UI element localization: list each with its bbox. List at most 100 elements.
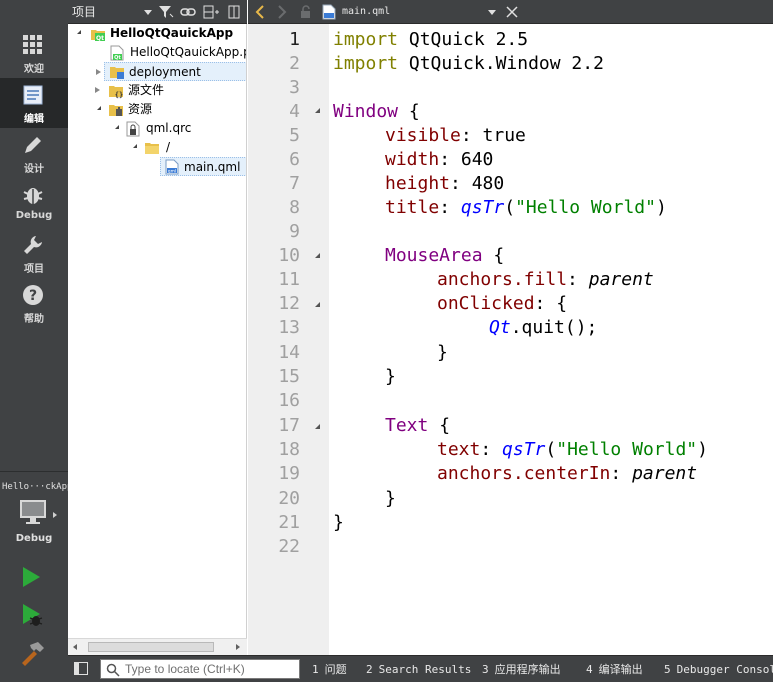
chevron-down-icon [144,10,152,15]
svg-text:qml: qml [168,168,177,174]
divider [0,471,68,472]
forward-arrow-icon[interactable] [276,5,288,19]
expand-icon[interactable] [94,106,101,110]
expand-icon[interactable] [112,125,119,129]
tree-node-label: HelloQtQauickApp.p [130,45,247,59]
line-number: 5 [289,125,300,146]
code-token: anchors.fill [437,269,568,290]
tree-node-deployment[interactable]: deployment [96,62,246,81]
tree-node-prefix[interactable]: / [68,138,246,157]
code-token: Text [385,415,429,436]
close-icon[interactable] [504,4,520,20]
target-project-name: Hello···ckApp [2,482,68,492]
code-line: import QtQuick 2.5 [333,28,528,52]
tree-node-main-qml[interactable]: qml main.qml [160,157,246,176]
scrollbar-thumb[interactable] [88,642,214,652]
tab-label: 应用程序输出 [494,663,561,676]
debug-run-icon[interactable] [18,602,44,628]
scroll-right-icon[interactable] [236,644,240,650]
fold-marker-icon[interactable] [315,302,320,307]
line-number: 20 [278,488,300,509]
tab-number: 3 [482,663,489,676]
filter-icon[interactable] [158,4,174,20]
toggle-sidebar-button[interactable] [74,662,88,675]
fold-marker-icon[interactable] [315,253,320,258]
line-number: 18 [278,439,300,460]
code-line: onClicked: { [437,292,567,316]
tree-node-resources[interactable]: 资源 [68,100,246,119]
mode-welcome[interactable]: 欢迎 [0,28,68,78]
expand-icon[interactable] [95,87,100,93]
line-number: 12 [278,293,300,314]
mode-debug[interactable]: Debug [0,178,68,228]
line-number: 2 [289,53,300,74]
expand-icon[interactable] [130,144,137,148]
code-token: height [385,173,451,194]
expand-icon[interactable] [96,69,101,75]
output-tab-debugger-console[interactable]: 5 Debugger Console [664,656,773,682]
mode-projects[interactable]: 项目 [0,228,68,278]
code-token: Window [333,101,399,122]
svg-text:Qt: Qt [96,35,104,42]
lock-icon[interactable] [299,5,313,19]
code-line: anchors.fill: parent [437,268,654,292]
mode-sidebar: 欢迎 编辑 设计 Debug 项目 ? 帮助 Hello···ckApp Deb… [0,0,68,682]
build-hammer-icon[interactable] [18,640,46,666]
line-number: 11 [278,269,300,290]
code-line: MouseArea { [385,244,504,268]
code-token: : [450,173,472,194]
locator [100,659,300,679]
expand-icon[interactable] [74,30,81,34]
view-selector[interactable]: 项目 [70,3,154,21]
line-number: 22 [278,536,300,557]
link-icon[interactable] [180,4,196,20]
code-token: ) [655,197,667,218]
tree-node-pro-file[interactable]: Qt HelloQtQauickApp.p [68,43,247,62]
close-pane-icon[interactable] [226,4,242,20]
line-number: 15 [278,366,300,387]
code-token: onClicked [437,293,535,314]
grid-icon [23,35,42,54]
output-tab-issues[interactable]: 1 问题 [312,656,347,682]
output-tab-search-results[interactable]: 2 Search Results [366,656,471,682]
tree-node-sources[interactable]: {} 源文件 [68,81,246,100]
status-bar: 1 问题 2 Search Results 3 应用程序输出 4 编译输出 5 Debug… [68,655,773,682]
source-folder-icon: {} [109,86,123,99]
code-token: : [439,149,461,170]
code-line: visible: true [385,124,526,148]
locator-input[interactable] [125,661,297,677]
horizontal-scrollbar[interactable] [68,638,247,655]
line-number: 9 [289,221,300,242]
chevron-right-icon[interactable] [53,512,57,518]
mode-design[interactable]: 设计 [0,128,68,178]
monitor-icon[interactable] [18,498,48,526]
run-icon[interactable] [18,565,44,589]
tree-node-qrc[interactable]: qml.qrc [68,119,246,138]
back-arrow-icon[interactable] [254,5,266,19]
qt-project-icon: Qt [91,30,105,42]
fold-marker-icon[interactable] [315,424,320,429]
qml-file-icon [322,4,336,20]
code-token: visible [385,125,461,146]
scroll-left-icon[interactable] [73,644,77,650]
code-token: true [482,125,526,146]
code-line: height: 480 [385,172,504,196]
svg-text:{}: {} [115,91,123,99]
code-token: { [428,415,451,436]
mode-edit[interactable]: 编辑 [0,78,68,128]
output-tab-app-output[interactable]: 3 应用程序输出 [482,656,561,682]
code-line: } [437,342,448,363]
tree-node-label: HelloQtQauickApp [110,26,234,40]
mode-help[interactable]: ? 帮助 [0,278,68,328]
code-token: 640 [460,149,494,170]
code-token: : [480,439,503,460]
code-token: width [385,149,440,170]
tree-node-label: / [166,140,171,154]
split-icon[interactable] [203,4,219,20]
code-token: QtQuick.Window 2.2 [398,53,604,74]
fold-marker-icon[interactable] [315,108,320,113]
tree-node-project[interactable]: Qt HelloQtQauickApp [68,24,246,43]
open-documents-selector[interactable]: main.qml [318,3,498,21]
code-line: } [385,366,396,387]
output-tab-compile-output[interactable]: 4 编译输出 [586,656,643,682]
